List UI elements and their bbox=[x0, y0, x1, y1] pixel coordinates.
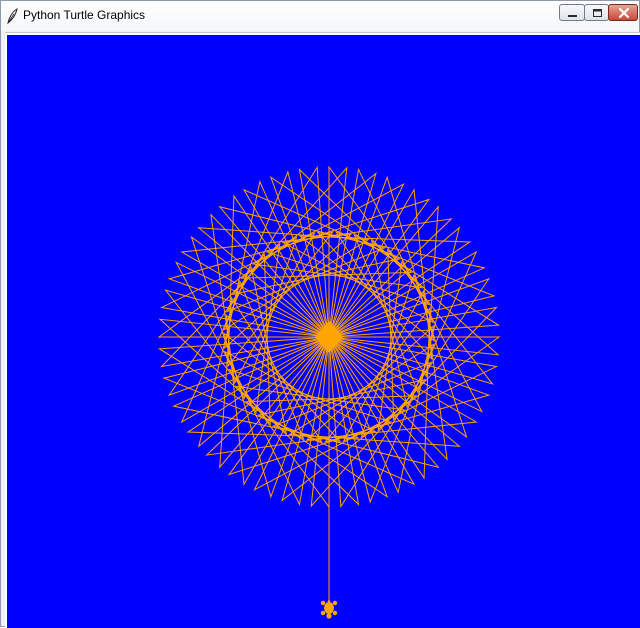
close-button[interactable] bbox=[608, 4, 638, 21]
turtle-part bbox=[332, 610, 338, 616]
canvas-frame bbox=[5, 32, 640, 628]
window-title: Python Turtle Graphics bbox=[23, 8, 146, 22]
center-core bbox=[320, 328, 338, 346]
turtle-icon bbox=[320, 599, 338, 619]
maximize-icon bbox=[593, 9, 602, 17]
turtle-part bbox=[326, 613, 332, 619]
close-icon bbox=[618, 7, 630, 19]
minimize-button[interactable] bbox=[559, 4, 585, 21]
turtle-part bbox=[332, 600, 338, 606]
title-bar[interactable]: Python Turtle Graphics bbox=[1, 1, 639, 31]
turtle-part bbox=[320, 600, 326, 606]
maximize-button[interactable] bbox=[584, 4, 609, 21]
minimize-icon bbox=[568, 15, 577, 17]
turtle-window: Python Turtle Graphics bbox=[0, 0, 640, 628]
turtle-part bbox=[327, 599, 331, 602]
turtle-part bbox=[320, 610, 326, 616]
turtle-part bbox=[324, 602, 334, 614]
turtle-drawing bbox=[157, 165, 501, 619]
turtle-canvas[interactable] bbox=[7, 35, 640, 628]
feather-icon bbox=[5, 7, 19, 25]
